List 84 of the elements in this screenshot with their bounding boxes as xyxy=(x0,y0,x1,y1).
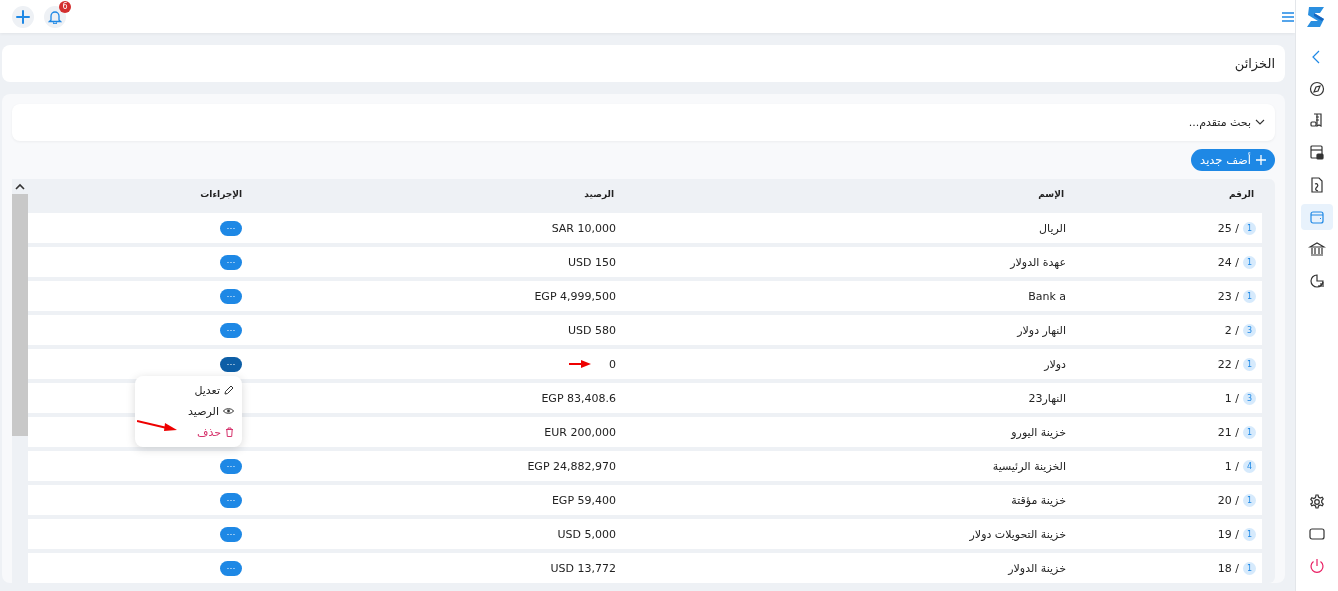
more-actions-button[interactable]: ··· xyxy=(220,356,242,372)
name-cell: دولار xyxy=(1044,357,1066,371)
balance-cell: USD 5,000 xyxy=(557,527,616,541)
count-badge: 1 xyxy=(1243,289,1256,303)
advanced-search-panel[interactable]: بحث متقدم... xyxy=(12,104,1275,141)
menu-item[interactable]: الرصيد xyxy=(135,400,242,422)
plus-icon xyxy=(1256,155,1266,165)
count-badge: 1 xyxy=(1243,493,1256,507)
menu-item[interactable]: تعديل xyxy=(135,379,242,401)
count-badge: 3 xyxy=(1243,391,1256,405)
number-cell: 18 / xyxy=(1217,561,1239,575)
column-header: الرصيد xyxy=(583,189,615,199)
menu-icon[interactable] xyxy=(1281,10,1295,23)
name-cell: Bank a xyxy=(1028,289,1066,303)
balance-cell: EGP 83,408.6 xyxy=(541,391,616,405)
add-button[interactable] xyxy=(12,5,34,28)
number-cell: 22 / xyxy=(1217,357,1239,371)
count-badge: 3 xyxy=(1243,323,1256,337)
column-header: الرقم xyxy=(1228,189,1255,199)
number-cell: 25 / xyxy=(1217,221,1239,235)
bell-icon xyxy=(48,9,62,24)
more-actions-button[interactable]: ··· xyxy=(220,526,242,542)
settings-icon xyxy=(1308,493,1326,511)
screen-icon xyxy=(1308,525,1326,543)
power-icon xyxy=(1308,557,1326,575)
more-actions-button[interactable]: ··· xyxy=(220,220,242,236)
count-badge: 1 xyxy=(1243,527,1256,541)
wallet-icon xyxy=(1308,208,1326,226)
more-actions-button[interactable]: ··· xyxy=(220,458,242,474)
menu-item[interactable]: حذف xyxy=(135,421,242,443)
count-badge: 4 xyxy=(1243,459,1256,473)
eye-icon xyxy=(223,407,234,415)
advanced-search-label: بحث متقدم... xyxy=(1188,116,1251,129)
name-cell: النهار23 xyxy=(1028,391,1066,405)
balance-cell: USD 580 xyxy=(568,323,616,337)
add-new-button[interactable]: أضف جديد xyxy=(1191,149,1275,171)
name-cell: الخزينة الرئيسية xyxy=(992,459,1066,473)
trash-icon xyxy=(225,427,234,437)
count-badge: 1 xyxy=(1243,357,1256,371)
count-badge: 1 xyxy=(1243,425,1256,439)
pie-chart-icon xyxy=(1308,272,1326,290)
balance-cell: USD 13,772 xyxy=(550,561,616,575)
more-actions-button[interactable]: ··· xyxy=(220,254,242,270)
bank-icon xyxy=(1308,240,1326,258)
name-cell: النهار دولار xyxy=(1017,323,1066,337)
number-cell: 24 / xyxy=(1217,255,1239,269)
number-cell: 19 / xyxy=(1217,527,1239,541)
notification-badge: 6 xyxy=(59,0,71,13)
register-icon xyxy=(1308,144,1326,162)
scrollbar[interactable] xyxy=(12,179,28,583)
more-actions-button[interactable]: ··· xyxy=(220,288,242,304)
number-cell: 21 / xyxy=(1217,425,1239,439)
more-actions-button[interactable]: ··· xyxy=(220,560,242,576)
balance-cell: 0 xyxy=(609,357,616,371)
number-cell: 2 / xyxy=(1224,323,1239,337)
count-badge: 1 xyxy=(1243,561,1256,575)
balance-cell: EGP 59,400 xyxy=(551,493,616,507)
more-actions-button[interactable]: ··· xyxy=(220,322,242,338)
balance-cell: SAR 10,000 xyxy=(551,221,616,235)
name-cell: عهدة الدولار xyxy=(1010,255,1066,269)
name-cell: خزينة الدولار xyxy=(1008,561,1066,575)
number-cell: 1 / xyxy=(1224,459,1239,473)
count-badge: 1 xyxy=(1243,255,1256,269)
compass-icon xyxy=(1308,80,1326,98)
name-cell: الريال xyxy=(1039,221,1066,235)
scroll-up-icon[interactable] xyxy=(15,183,25,190)
more-actions-button[interactable]: ··· xyxy=(220,492,242,508)
name-cell: خزينة اليورو xyxy=(1011,425,1066,439)
plus-icon xyxy=(16,9,30,24)
column-header: الإسم xyxy=(1037,189,1065,199)
balance-cell: USD 150 xyxy=(568,255,616,269)
balance-cell: EGP 24,882,970 xyxy=(527,459,616,473)
number-cell: 23 / xyxy=(1217,289,1239,303)
balance-cell: EGP 4,999,500 xyxy=(534,289,616,303)
pencil-icon xyxy=(224,385,234,395)
balance-cell: EUR 200,000 xyxy=(544,425,616,439)
column-header: الإجراءات xyxy=(199,189,243,199)
number-cell: 20 / xyxy=(1217,493,1239,507)
document-icon xyxy=(1308,176,1326,194)
name-cell: خزينة مؤقتة xyxy=(1011,493,1066,507)
number-cell: 1 / xyxy=(1224,391,1239,405)
page-title: الخزائن xyxy=(1234,56,1275,71)
name-cell: خزينة التحويلات دولار xyxy=(969,527,1066,541)
count-badge: 1 xyxy=(1243,221,1256,235)
